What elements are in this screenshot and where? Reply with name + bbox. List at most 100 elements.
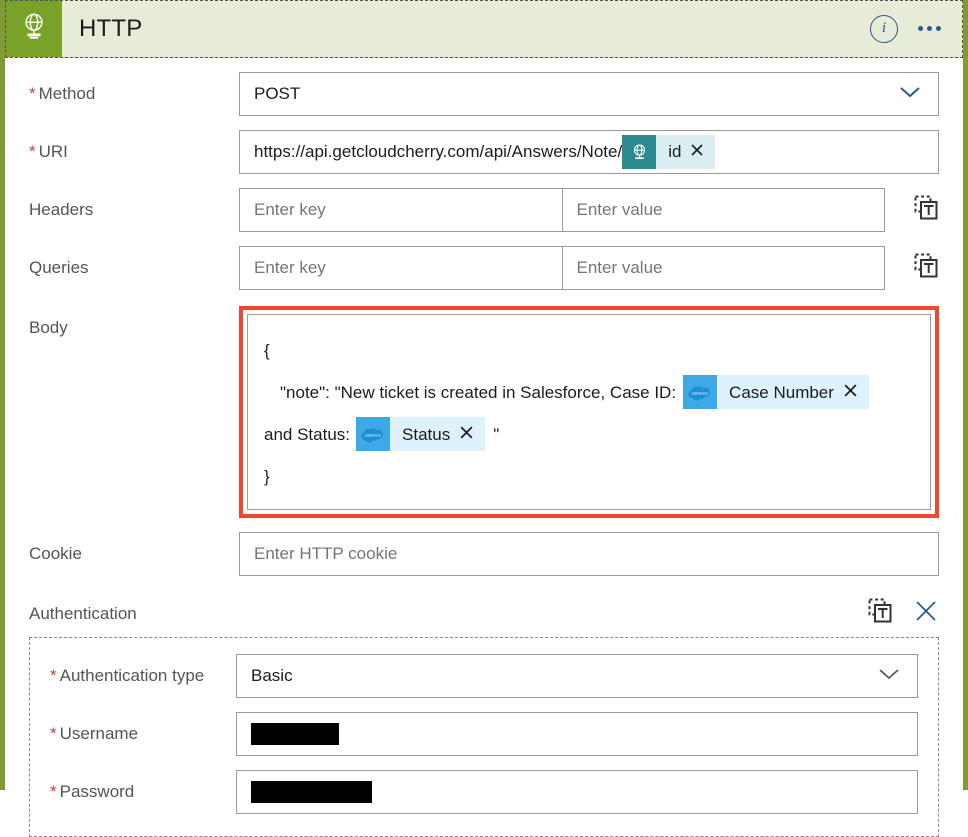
cookie-input[interactable] [239,532,939,576]
body-token-chip-case-number[interactable]: salesforce Case Number [683,375,869,409]
control-username [236,712,918,756]
headers-key-value-row [239,188,939,232]
http-connector-icon-box [5,0,62,57]
required-asterisk: * [50,666,57,685]
method-selected-value: POST [254,84,301,103]
ellipsis-menu-icon[interactable] [916,20,943,37]
queries-key-value-row [239,246,939,290]
label-cookie: Cookie [29,544,82,563]
control-headers [239,188,939,232]
control-queries [239,246,939,290]
body-note-prefix: "note": "New ticket is created in Salesf… [280,382,677,402]
field-row-username: * Username [50,712,918,756]
switch-to-text-mode-icon[interactable] [867,598,893,629]
close-icon[interactable] [843,383,858,402]
authentication-type-dropdown[interactable]: Basic [236,654,918,698]
uri-token-chip[interactable]: id [622,135,716,169]
authentication-panel: * Authentication type Basic * Username *… [29,637,939,837]
ellipsis-dot [936,26,941,31]
required-asterisk: * [50,724,57,743]
body-token-label-case-number: Case Number [729,382,834,402]
label-uri: * URI [29,130,239,162]
field-row-method: * Method POST [5,72,963,116]
headers-key-input[interactable] [239,188,563,232]
body-token-body-status: Status [390,417,486,451]
control-method: POST [239,72,939,116]
uri-token-label: id [668,142,682,161]
password-input[interactable] [236,770,918,814]
required-asterisk: * [29,84,36,103]
http-action-card: HTTP i * Method POST * URI https://api.g… [0,0,968,837]
redacted-value [251,723,339,745]
field-row-body: Body { "note": "New ticket is created in… [5,306,963,518]
queries-value-input[interactable] [562,246,885,290]
authentication-section-header: Authentication [5,598,963,629]
body-status-prefix: and Status: [264,424,351,444]
field-row-headers: Headers [5,188,963,232]
globe-network-icon [19,11,49,46]
uri-value: https://api.getcloudcherry.com/api/Answe… [254,142,623,161]
headers-value-input[interactable] [562,188,885,232]
label-password-text: Password [59,782,135,801]
body-line-open-brace: { [264,329,914,371]
label-body: Body [29,318,68,337]
label-uri-text: URI [38,142,68,161]
required-asterisk: * [29,142,36,161]
authentication-type-selected-value: Basic [251,666,293,685]
label-queries: Queries [29,258,89,277]
authentication-actions [867,598,939,629]
username-input[interactable] [236,712,918,756]
field-row-queries: Queries [5,246,963,290]
close-icon[interactable] [690,143,704,161]
chevron-down-icon [875,666,903,687]
required-asterisk: * [50,782,57,801]
label-username: * Username [50,712,236,744]
body-line-close-brace: } [264,455,914,497]
field-row-password: * Password [50,770,918,814]
queries-key-input[interactable] [239,246,563,290]
field-row-authentication-type: * Authentication type Basic [50,654,918,698]
uri-input[interactable]: https://api.getcloudcherry.com/api/Answe… [239,130,939,174]
control-password [236,770,918,814]
switch-to-text-mode-icon[interactable] [913,195,939,226]
label-authentication-type-text: Authentication type [59,666,205,685]
body-open-brace: { [264,340,270,360]
uri-token-body: id [656,135,716,169]
field-row-cookie: Cookie [5,532,963,576]
card-body: * Method POST * URI https://api.getcloud… [5,72,963,837]
field-row-uri: * URI https://api.getcloudcherry.com/api/… [5,130,963,174]
redacted-value [251,781,372,803]
svg-text:salesforce: salesforce [692,391,708,395]
card-header[interactable]: HTTP i [5,0,963,58]
close-icon[interactable] [459,425,474,444]
label-authentication: Authentication [29,603,137,623]
ellipsis-dot [918,26,923,31]
control-authentication-type: Basic [236,654,918,698]
method-dropdown[interactable]: POST [239,72,939,116]
body-highlight-annotation: { "note": "New ticket is created in Sale… [239,306,939,518]
label-password: * Password [50,770,236,802]
label-method-text: Method [38,84,96,103]
info-icon[interactable]: i [870,14,898,43]
header-actions: i [870,14,963,43]
salesforce-icon: salesforce [683,375,718,409]
switch-to-text-mode-icon[interactable] [913,253,939,284]
body-token-body-case-number: Case Number [717,375,869,409]
body-close-brace: } [264,466,270,486]
info-glyph: i [881,20,887,36]
close-icon[interactable] [913,598,939,629]
control-cookie [239,532,939,576]
body-line-status: and Status: salesforce Status " [264,413,914,455]
label-authentication-type: * Authentication type [50,654,236,686]
body-token-chip-status[interactable]: salesforce Status [356,417,486,451]
chevron-down-icon [896,84,924,105]
label-username-text: Username [59,724,139,743]
control-body: { "note": "New ticket is created in Sale… [239,306,939,518]
control-uri: https://api.getcloudcherry.com/api/Answe… [239,130,939,174]
body-json-editor[interactable]: { "note": "New ticket is created in Sale… [247,314,931,510]
label-method: * Method [29,72,239,104]
globe-network-icon [622,135,657,169]
body-closing-quote: " [493,424,500,444]
body-token-label-status: Status [402,424,451,444]
svg-text:salesforce: salesforce [365,433,381,437]
